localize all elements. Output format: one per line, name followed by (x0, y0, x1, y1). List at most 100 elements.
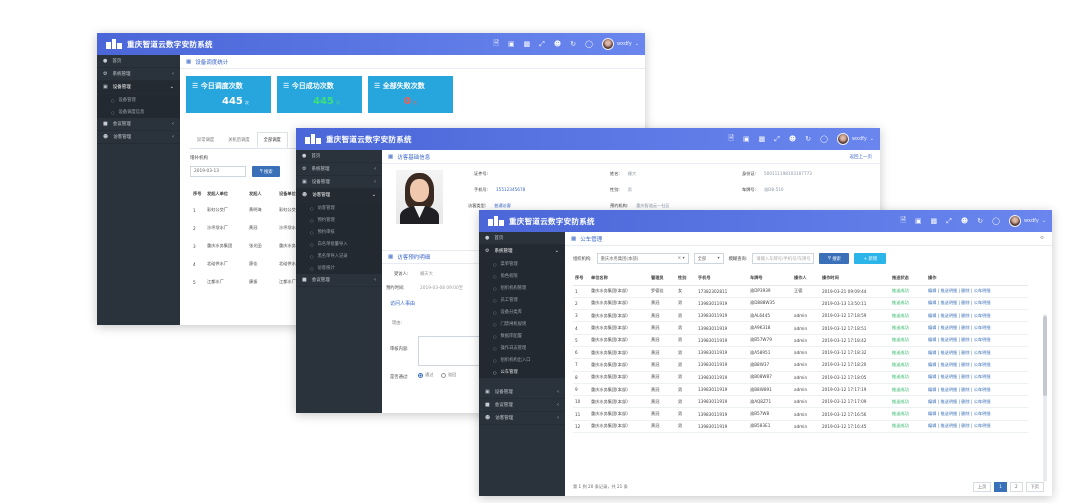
sidebar-subitem-blacklist[interactable]: ○ 黑名单导入记录 (296, 250, 382, 262)
back-link[interactable]: 返回上一页 (850, 154, 873, 160)
monitor-icon[interactable]: ▣ (508, 40, 515, 48)
table-row[interactable]: 1 重庆水务集团(本部) 罗德佳女 17382302811 渝DP3939 王德 2019-… (573, 285, 1028, 298)
table-row[interactable]: 11 重庆水务集团(本部) 黄冠男 13983011919 渝B57W8 admin 201… (573, 407, 1028, 421)
user-menu[interactable]: wxdfy ⌄ (1008, 215, 1046, 227)
sidebar-item-meeting[interactable]: ■ 会议管理 ‹ (479, 399, 565, 412)
actions-cell[interactable]: 编辑 | 推送明细 | 删除 | 公车明细 (926, 383, 1028, 397)
sidebar-subitem-vehicles[interactable]: ○ 公车管理 (479, 366, 565, 378)
sidebar-item-system[interactable]: ⚙ 系统管理 ‹ (296, 163, 382, 176)
expand-icon[interactable]: ⤢ (539, 40, 545, 49)
file-icon[interactable]: 🗎 (900, 216, 906, 227)
sidebar-item-system[interactable]: ⚙ 系统管理 ‹ (97, 68, 180, 81)
sidebar-subitem-entrances[interactable]: ○ 组织机构出入口 (479, 354, 565, 366)
table-scrollbar[interactable] (1043, 314, 1047, 482)
monitor-icon[interactable]: ▣ (915, 217, 922, 225)
reject-radio[interactable]: 驳回 (440, 372, 456, 378)
prev-page-button[interactable]: 上页 (972, 482, 992, 492)
table-row[interactable]: 4 重庆水务集团(本部) 黄冠男 13983011919 渝A9K318 admin 201… (573, 321, 1028, 335)
shield-icon[interactable]: ◯ (992, 217, 1000, 225)
sidebar-subitem-visitor-manage[interactable]: ○ 访客管理 (296, 202, 382, 214)
table-row[interactable]: 1 彩虹公交厂 黄明海 彩虹公交厂 (190, 201, 304, 219)
actions-cell[interactable]: 编辑 | 推送明细 | 删除 | 公车明细 (926, 395, 1028, 409)
sidebar-item-device[interactable]: ▣ 设备管理 ‹ (479, 386, 565, 399)
page-button-1[interactable]: 1 (994, 482, 1007, 492)
sidebar-item-home[interactable]: ● 首页 (97, 55, 180, 68)
sidebar-item-device[interactable]: ▣ 设备管理 ⌄ (97, 81, 180, 94)
sidebar-subitem-device-category[interactable]: ○ 设备分类库 (479, 306, 565, 318)
org-select[interactable]: 重庆水务集团(本部) × ▾ (596, 253, 689, 264)
next-page-button[interactable]: 下页 (1025, 482, 1044, 492)
tv-icon[interactable]: ▩ (759, 135, 766, 143)
shield-icon[interactable]: ◯ (820, 135, 828, 143)
table-row[interactable]: 9 重庆水务集团(本部) 黄冠男 13983011919 渝B8W891 admin 201… (573, 383, 1028, 397)
tab-abnormal[interactable]: 异常调度 (190, 132, 221, 148)
sidebar-subitem-booking[interactable]: ○ 预约管理 (296, 214, 382, 226)
sidebar-subitem-db-config[interactable]: ○ 数据库配置 (479, 330, 565, 342)
sidebar-subitem-roles[interactable]: ○ 角色权限 (479, 270, 565, 282)
monitor-icon[interactable]: ▣ (743, 135, 750, 143)
sidebar-subitem-staff[interactable]: ○ 员工管理 (479, 294, 565, 306)
table-row[interactable]: 3 重庆水务集团(本部) 黄冠男 13983011919 渝AL6445 admin 201… (573, 309, 1028, 323)
actions-cell[interactable]: 编辑 | 推送明细 | 删除 | 公车明细 (926, 371, 1028, 384)
actions-cell[interactable]: 编辑 | 推送明细 | 删除 | 公车明细 (926, 407, 1028, 421)
tab-all[interactable]: 全部调度 (256, 132, 288, 148)
table-row[interactable]: 8 重庆水务集团(本部) 黄冠男 13983011919 渝B08W87 admin 201… (573, 371, 1028, 384)
sidebar-item-visitor[interactable]: ☻ 访客管理 ‹ (97, 131, 180, 144)
actions-cell[interactable]: 编辑 | 推送明细 | 删除 | 公车明细 (926, 297, 1028, 311)
sidebar-item-meeting[interactable]: ■ 会议管理 ‹ (97, 118, 180, 131)
sidebar-subitem-dispatch-info[interactable]: ○ 设备调度信息 (97, 106, 180, 118)
page-button-2[interactable]: 2 (1009, 482, 1023, 492)
approve-radio[interactable]: 通过 (418, 372, 433, 378)
search-button[interactable]: ⚲ 搜索 (819, 253, 850, 264)
users-icon[interactable]: ☻ (554, 40, 561, 48)
file-icon[interactable]: 🗎 (493, 39, 499, 50)
table-row[interactable]: 3 重庆水务集团 张光田 重庆水务集团 (190, 237, 304, 255)
sidebar-subitem-menu[interactable]: ○ 菜单管理 (479, 258, 565, 270)
sidebar-item-visitor[interactable]: ☻ 访客管理 ⌄ (296, 189, 382, 202)
tv-icon[interactable]: ▩ (524, 40, 531, 48)
table-row[interactable]: 12 重庆水务集团(本部) 黄冠男 13983011919 渝B583E1 admin 20… (573, 420, 1028, 434)
actions-cell[interactable]: 编辑 | 推送明细 | 删除 | 公车明细 (926, 358, 1028, 372)
table-row[interactable]: 5 重庆水务集团(本部) 黄冠男 13983011919 渝B57W79 admin 201… (573, 334, 1028, 347)
table-row[interactable]: 7 重庆水务集团(本部) 黄冠男 13983011919 渝B8W37 admin 2019… (573, 358, 1028, 372)
tv-icon[interactable]: ▩ (931, 217, 938, 225)
sidebar-item-visitor[interactable]: ☻ 访客管理 ‹ (479, 412, 565, 425)
sidebar-subitem-org[interactable]: ○ 组织机构管理 (479, 282, 565, 294)
actions-cell[interactable]: 编辑 | 推送明细 | 删除 | 公车明细 (926, 334, 1028, 347)
users-icon[interactable]: ☻ (961, 217, 968, 225)
table-row[interactable]: 2 重庆水务集团(本部) 黄冠男 13983011919 渝D888W35 2019-03… (573, 297, 1028, 311)
sidebar-subitem-logs[interactable]: ○ 操作日志管理 (479, 342, 565, 354)
keyword-input[interactable]: 请输入车牌号/手机号/车牌号 (752, 253, 815, 264)
table-row[interactable]: 4 北碚供水厂 廖佳 北碚供水厂 (190, 255, 304, 273)
sidebar-subitem-review[interactable]: ○ 预约审核 (296, 226, 382, 238)
sidebar-subitem-device-manage[interactable]: ○ 设备管理 (97, 94, 180, 106)
settings-icon[interactable]: ⚙ (1040, 236, 1044, 241)
users-icon[interactable]: ☻ (789, 135, 796, 143)
sidebar-item-device[interactable]: ▣ 设备管理 ‹ (296, 176, 382, 189)
sidebar-subitem-whitelist[interactable]: ○ 白名单批量导入 (296, 238, 382, 250)
table-row[interactable]: 5 江都水厂 康振 江都水厂 (190, 273, 304, 291)
actions-cell[interactable]: 编辑 | 推送明细 | 删除 | 公车明细 (926, 285, 1028, 298)
tab-after-shutdown[interactable]: 关机后调度 (221, 132, 256, 148)
table-row[interactable]: 2 沙坪坝水厂 黄冠 沙坪坝水厂 (190, 219, 304, 237)
actions-cell[interactable]: 编辑 | 推送明细 | 删除 | 公车明细 (926, 309, 1028, 323)
actions-cell[interactable]: 编辑 | 推送明细 | 删除 | 公车明细 (926, 346, 1028, 360)
sidebar-item-meeting[interactable]: ■ 会议管理 ‹ (296, 274, 382, 287)
sidebar-item-home[interactable]: ● 首页 (296, 150, 382, 163)
opinion-textarea[interactable] (418, 336, 480, 366)
add-button[interactable]: + 新增 (854, 253, 887, 264)
shield-icon[interactable]: ◯ (585, 40, 593, 48)
date-input[interactable]: 2019-03-13 (190, 166, 246, 177)
user-menu[interactable]: wxdfy ⌄ (836, 133, 874, 145)
expand-icon[interactable]: ⤢ (946, 217, 952, 226)
status-select[interactable]: 全部 ▾ (693, 253, 724, 264)
sidebar-subitem-gate-rules[interactable]: ○ 门禁闸机规则 (479, 318, 565, 330)
refresh-icon[interactable]: ↻ (570, 40, 576, 48)
refresh-icon[interactable]: ↻ (977, 217, 983, 225)
search-button[interactable]: ⚲ 搜索 (252, 166, 280, 177)
user-menu[interactable]: wxdfy ⌄ (601, 38, 639, 50)
sidebar-subitem-stats[interactable]: ○ 访客统计 (296, 262, 382, 274)
actions-cell[interactable]: 编辑 | 推送明细 | 删除 | 公车明细 (926, 420, 1028, 434)
table-row[interactable]: 6 重庆水务集团(本部) 黄冠男 13983011919 渝A58951 admin 201… (573, 346, 1028, 360)
file-icon[interactable]: 🗎 (728, 134, 734, 145)
